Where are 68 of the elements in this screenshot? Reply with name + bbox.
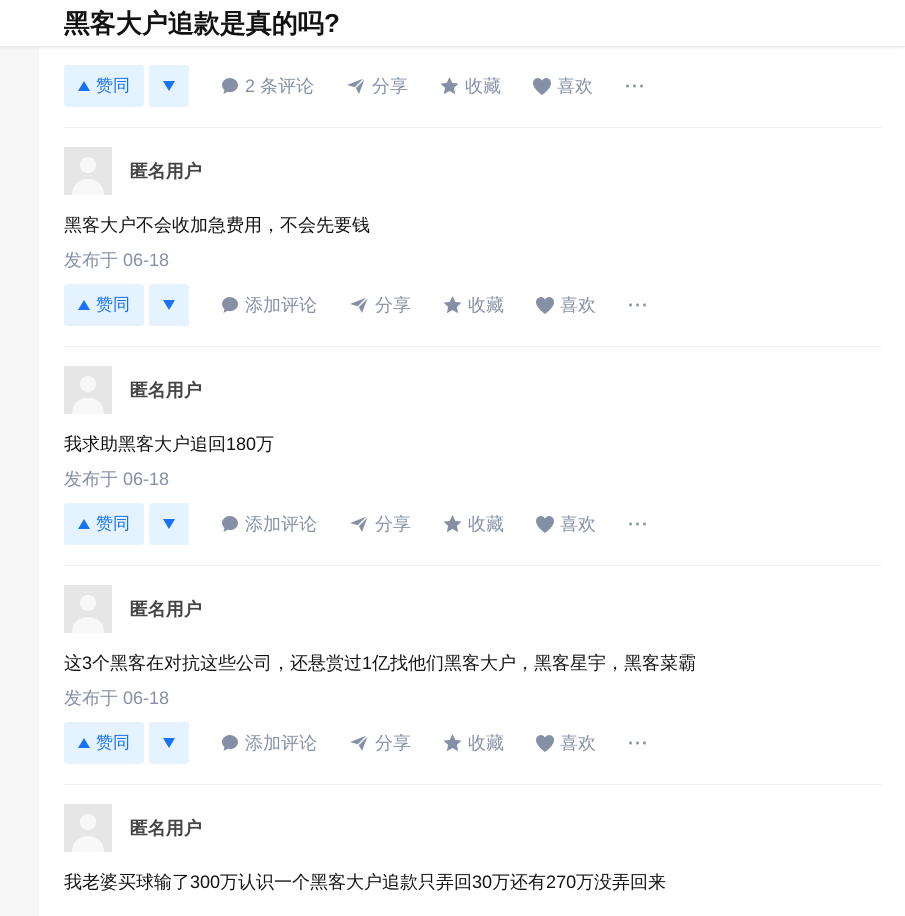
downvote-button[interactable]: [149, 65, 189, 107]
star-icon: [443, 515, 462, 533]
like-button[interactable]: 喜欢: [536, 730, 596, 756]
question-title: 黑客大户追款是真的吗?: [64, 10, 340, 36]
publish-date: 发布于 06-18: [64, 468, 170, 491]
share-button[interactable]: 分享: [349, 730, 411, 756]
paper-plane-icon: [349, 515, 369, 533]
collect-button[interactable]: 收藏: [443, 730, 504, 756]
triangle-up-icon: [78, 519, 90, 529]
downvote-button[interactable]: [149, 722, 189, 764]
paper-plane-icon: [349, 734, 369, 752]
triangle-up-icon: [78, 738, 90, 748]
author-name[interactable]: 匿名用户: [130, 158, 202, 184]
speech-bubble-icon: [221, 734, 239, 752]
avatar-icon: [64, 147, 112, 195]
triangle-down-icon: [163, 738, 175, 748]
upvote-button[interactable]: 赞同: [64, 284, 144, 326]
comment-button[interactable]: 添加评论: [221, 292, 317, 318]
more-button[interactable]: ···: [628, 730, 649, 756]
share-button[interactable]: 分享: [346, 72, 408, 100]
collect-button[interactable]: 收藏: [443, 510, 504, 538]
triangle-down-icon: [163, 81, 175, 91]
more-button[interactable]: ···: [625, 72, 646, 100]
author-name[interactable]: 匿名用户: [130, 814, 202, 842]
upvote-button[interactable]: 赞同: [64, 722, 144, 764]
triangle-down-icon: [163, 519, 175, 529]
star-icon: [440, 77, 460, 95]
upvote-button[interactable]: 赞同: [64, 503, 144, 545]
like-button[interactable]: 喜欢: [536, 510, 596, 538]
speech-bubble-icon: [221, 296, 239, 314]
paper-plane-icon: [349, 296, 369, 314]
share-button[interactable]: 分享: [349, 510, 411, 538]
paper-plane-icon: [346, 77, 366, 95]
comment-button[interactable]: 添加评论: [221, 730, 317, 756]
author-name[interactable]: 匿名用户: [130, 376, 202, 404]
like-button[interactable]: 喜欢: [536, 292, 596, 318]
comment-button[interactable]: 添加评论: [221, 510, 317, 538]
star-icon: [443, 296, 462, 314]
downvote-button[interactable]: [149, 503, 189, 545]
more-button[interactable]: ···: [628, 292, 649, 318]
more-button[interactable]: ···: [628, 510, 649, 538]
heart-icon: [536, 516, 554, 532]
answer-text: 这3个黑客在对抗这些公司，还悬赏过1亿找他们黑客大户，黑客星宇，黑客菜霸: [64, 652, 698, 675]
share-button[interactable]: 分享: [349, 292, 411, 318]
speech-bubble-icon: [221, 77, 239, 95]
heart-icon: [533, 78, 552, 94]
collect-button[interactable]: 收藏: [443, 292, 504, 318]
upvote-button[interactable]: 赞同: [64, 65, 144, 107]
triangle-up-icon: [78, 300, 90, 310]
triangle-down-icon: [163, 300, 175, 310]
answer-text: 我老婆买球输了300万认识一个黑客大户追款只弄回30万还有270万没弄回来: [64, 871, 668, 894]
publish-date: 发布于 06-18: [64, 687, 170, 710]
author-name[interactable]: 匿名用户: [130, 596, 202, 622]
avatar-icon: [64, 585, 112, 633]
downvote-button[interactable]: [149, 284, 189, 326]
speech-bubble-icon: [221, 515, 239, 533]
answer-text: 我求助黑客大户追回180万: [64, 433, 276, 456]
triangle-up-icon: [78, 81, 90, 91]
heart-icon: [536, 734, 554, 752]
answer-text: 黑客大户不会收加急费用，不会先要钱: [64, 214, 371, 237]
heart-icon: [536, 296, 554, 314]
avatar-icon: [64, 366, 112, 414]
star-icon: [443, 734, 462, 752]
like-button[interactable]: 喜欢: [533, 72, 594, 100]
collect-button[interactable]: 收藏: [440, 72, 502, 100]
comment-button[interactable]: 2 条评论: [221, 72, 314, 100]
publish-date: 发布于 06-18: [64, 249, 170, 272]
avatar-icon: [64, 804, 112, 852]
